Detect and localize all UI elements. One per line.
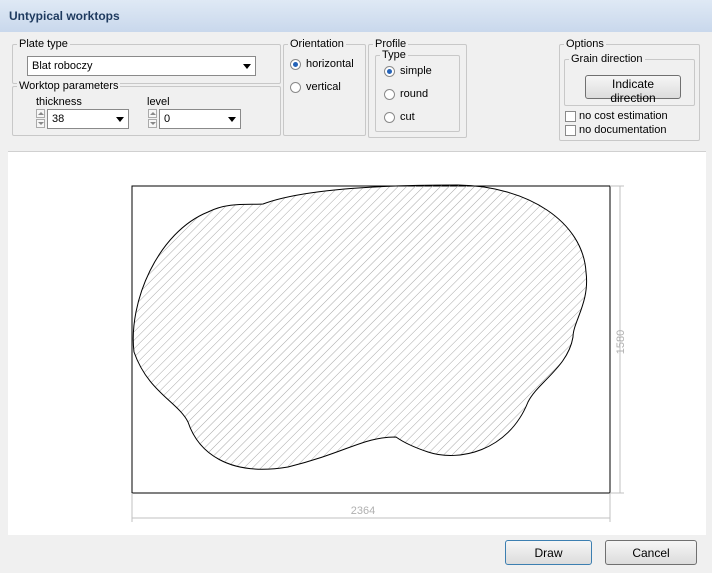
profile-group: Profile Type simple round cut: [368, 38, 467, 138]
stepper-up-icon[interactable]: [36, 109, 45, 118]
profile-type-legend: Type: [380, 49, 408, 62]
stepper-down-icon[interactable]: [36, 119, 45, 128]
drawing-canvas[interactable]: 1580 2364: [8, 151, 706, 536]
window-title: Untypical worktops: [9, 9, 120, 23]
worktop-parameters-group: Worktop parameters thickness level 38 0: [12, 80, 281, 136]
level-select[interactable]: 0: [159, 109, 241, 129]
orientation-legend: Orientation: [288, 38, 346, 51]
untypical-worktops-dialog: Untypical worktops Plate type Blat roboc…: [0, 0, 712, 573]
dialog-footer: Draw Cancel: [0, 535, 712, 573]
no-cost-estimation-label: no cost estimation: [579, 110, 668, 122]
orientation-vertical-radio[interactable]: [290, 82, 301, 93]
worktop-parameters-legend: Worktop parameters: [17, 80, 121, 93]
orientation-horizontal-radio[interactable]: [290, 59, 301, 70]
grain-direction-group: Grain direction Indicate direction: [564, 53, 695, 106]
profile-cut-label: cut: [400, 111, 415, 123]
thickness-value: 38: [52, 113, 65, 125]
title-bar: Untypical worktops: [0, 0, 712, 32]
profile-cut-radio[interactable]: [384, 112, 395, 123]
stepper-up-icon[interactable]: [148, 109, 157, 118]
profile-round-radio[interactable]: [384, 89, 395, 100]
plate-type-group: Plate type Blat roboczy: [12, 38, 281, 84]
options-group: Options Grain direction Indicate directi…: [559, 38, 700, 141]
worktop-drawing: 1580 2364: [131, 184, 627, 522]
indicate-direction-button[interactable]: Indicate direction: [585, 75, 681, 105]
level-value: 0: [164, 113, 171, 125]
orientation-vertical-label: vertical: [306, 81, 341, 93]
thickness-label: thickness: [36, 96, 82, 108]
level-stepper[interactable]: [148, 109, 157, 129]
no-documentation-checkbox[interactable]: [565, 125, 576, 136]
thickness-stepper[interactable]: [36, 109, 45, 129]
chevron-down-icon: [228, 117, 236, 122]
level-label: level: [147, 96, 170, 108]
profile-simple-label: simple: [400, 65, 432, 77]
thickness-select[interactable]: 38: [47, 109, 129, 129]
cancel-button[interactable]: Cancel: [605, 540, 697, 565]
profile-simple-radio[interactable]: [384, 66, 395, 77]
plate-type-legend: Plate type: [17, 38, 70, 51]
orientation-group: Orientation horizontal vertical: [283, 38, 366, 136]
profile-round-label: round: [400, 88, 429, 100]
chevron-down-icon: [243, 64, 251, 69]
draw-button[interactable]: Draw: [505, 540, 592, 565]
options-legend: Options: [564, 38, 606, 51]
height-dimension-label: 1580: [615, 330, 627, 354]
grain-direction-legend: Grain direction: [569, 53, 645, 66]
chevron-down-icon: [116, 117, 124, 122]
orientation-horizontal-label: horizontal: [306, 58, 354, 70]
width-dimension-label: 2364: [351, 505, 375, 517]
no-cost-estimation-checkbox[interactable]: [565, 111, 576, 122]
worktop-shape: [132, 184, 588, 470]
stepper-down-icon[interactable]: [148, 119, 157, 128]
no-documentation-label: no documentation: [579, 124, 667, 136]
plate-type-select[interactable]: Blat roboczy: [27, 56, 256, 76]
plate-type-value: Blat roboczy: [32, 60, 93, 72]
profile-type-group: Type simple round cut: [375, 49, 460, 132]
